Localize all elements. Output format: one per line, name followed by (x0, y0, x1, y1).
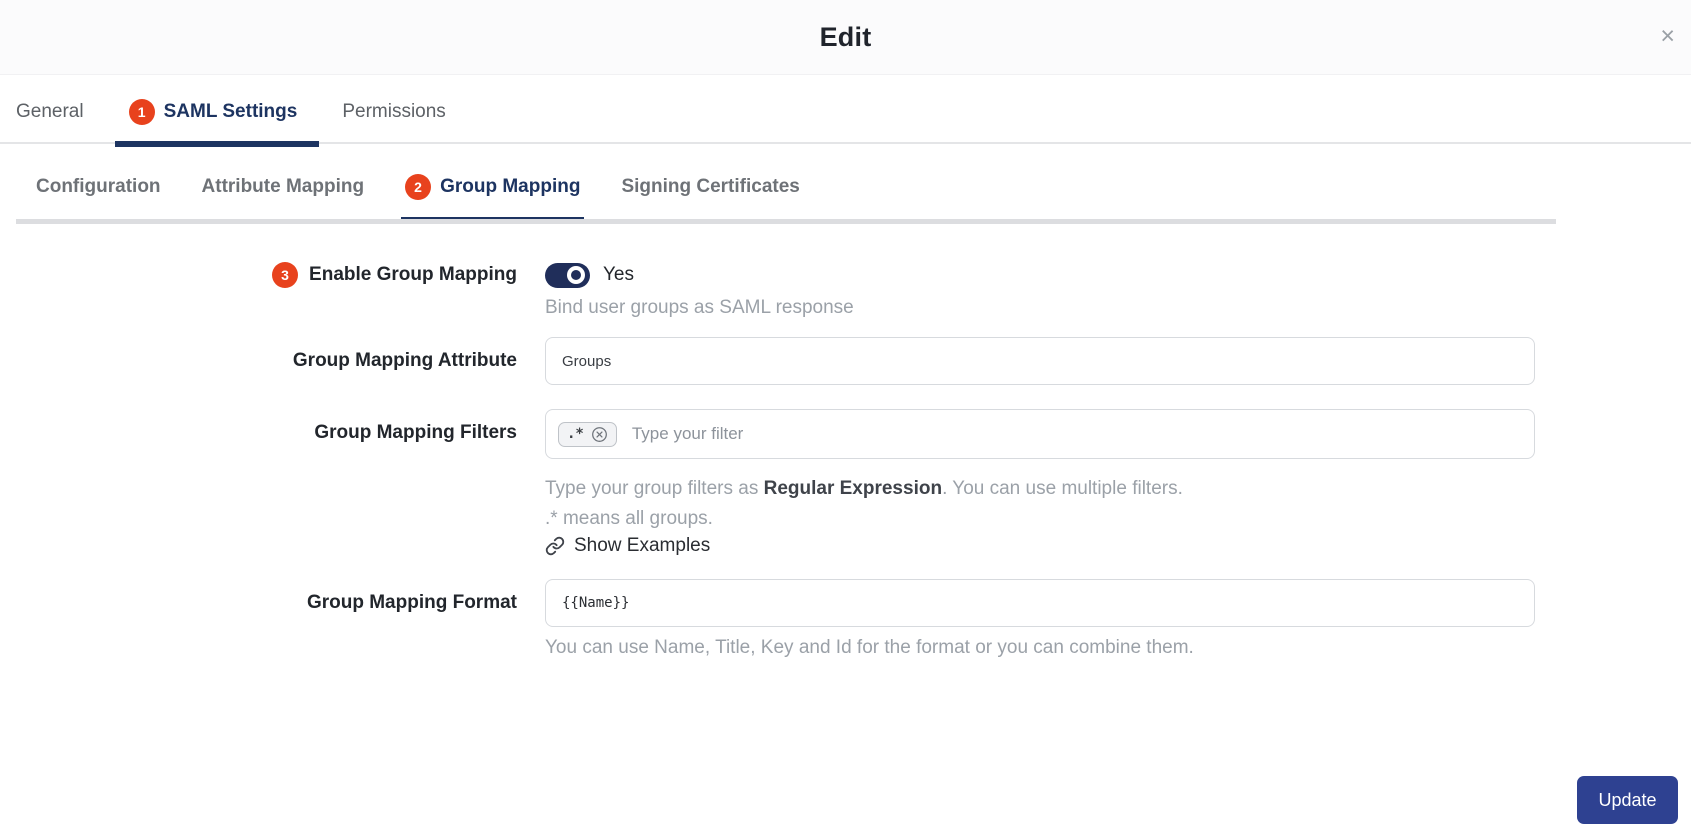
subtab-configuration[interactable]: Configuration (36, 176, 161, 198)
tab-general[interactable]: General (16, 101, 84, 123)
dialog-header: Edit × (0, 0, 1691, 75)
show-examples-label: Show Examples (574, 535, 711, 556)
group-mapping-format-row: Group Mapping Format You can use Name, T… (0, 579, 1691, 659)
sub-tab-bar: Configuration Attribute Mapping 2 Group … (16, 160, 1556, 224)
group-mapping-attribute-row: Group Mapping Attribute (0, 337, 1691, 385)
enable-group-mapping-help: Bind user groups as SAML response (545, 297, 854, 318)
annotation-badge-3: 3 (272, 262, 299, 288)
filters-help-prefix: Type your group filters as (545, 478, 764, 499)
subtab-attribute-mapping[interactable]: Attribute Mapping (202, 176, 365, 198)
page-title: Edit (819, 21, 872, 52)
chip-remove-icon[interactable] (591, 426, 608, 443)
filters-help-line2: .* means all groups. (545, 508, 713, 529)
chain-link-icon (545, 536, 565, 556)
group-mapping-filters-label: Group Mapping Filters (314, 422, 517, 443)
filter-text-input[interactable] (629, 423, 1522, 445)
subtab-group-mapping-label: Group Mapping (440, 176, 581, 197)
annotation-badge-2: 2 (405, 174, 432, 200)
enable-group-mapping-row: 3 Enable Group Mapping Yes Bind user gro… (0, 260, 1691, 319)
tab-saml-settings[interactable]: 1 SAML Settings (114, 99, 320, 147)
subtab-group-mapping[interactable]: 2 Group Mapping (401, 174, 585, 224)
filters-help-text: Type your group filters as Regular Expre… (545, 474, 1535, 534)
update-button[interactable]: Update (1577, 776, 1678, 824)
group-mapping-format-input[interactable] (545, 579, 1535, 627)
group-mapping-filters-row: Group Mapping Filters .* Type your filte… (0, 409, 1691, 561)
subtab-track (16, 219, 1556, 224)
tab-permissions-label: Permissions (342, 101, 446, 122)
subtab-configuration-label: Configuration (36, 176, 161, 197)
close-icon[interactable]: × (1660, 24, 1675, 49)
group-mapping-attribute-input[interactable] (545, 337, 1535, 385)
toggle-state-label: Yes (603, 264, 634, 285)
group-mapping-format-label: Group Mapping Format (306, 592, 517, 613)
filters-help-suffix: . You can use multiple filters. (942, 478, 1183, 499)
tab-saml-settings-label: SAML Settings (163, 101, 298, 122)
filter-chip: .* (558, 421, 617, 447)
subtab-attribute-mapping-label: Attribute Mapping (201, 176, 365, 197)
subtab-signing-certificates-label: Signing Certificates (621, 176, 800, 197)
filter-chip-value: .* (567, 426, 584, 442)
tab-general-label: General (16, 101, 84, 122)
main-tab-bar: General 1 SAML Settings Permissions (0, 75, 1691, 147)
filters-help-regular-expression: Regular Expression (763, 478, 943, 499)
group-mapping-form: 3 Enable Group Mapping Yes Bind user gro… (0, 224, 1691, 659)
enable-group-mapping-label: Enable Group Mapping (309, 264, 517, 285)
show-examples-link[interactable]: Show Examples (545, 535, 710, 557)
enable-group-mapping-toggle[interactable] (545, 262, 590, 288)
toggle-knob (567, 266, 585, 284)
annotation-badge-1: 1 (128, 99, 155, 125)
group-mapping-filters-input-box[interactable]: .* (545, 409, 1535, 459)
group-mapping-attribute-label: Group Mapping Attribute (292, 350, 517, 371)
tab-permissions[interactable]: Permissions (342, 101, 445, 123)
edit-dialog: Edit × General 1 SAML Settings Permissio… (0, 0, 1691, 838)
subtab-signing-certificates[interactable]: Signing Certificates (621, 176, 799, 198)
group-mapping-format-help: You can use Name, Title, Key and Id for … (545, 637, 1194, 658)
